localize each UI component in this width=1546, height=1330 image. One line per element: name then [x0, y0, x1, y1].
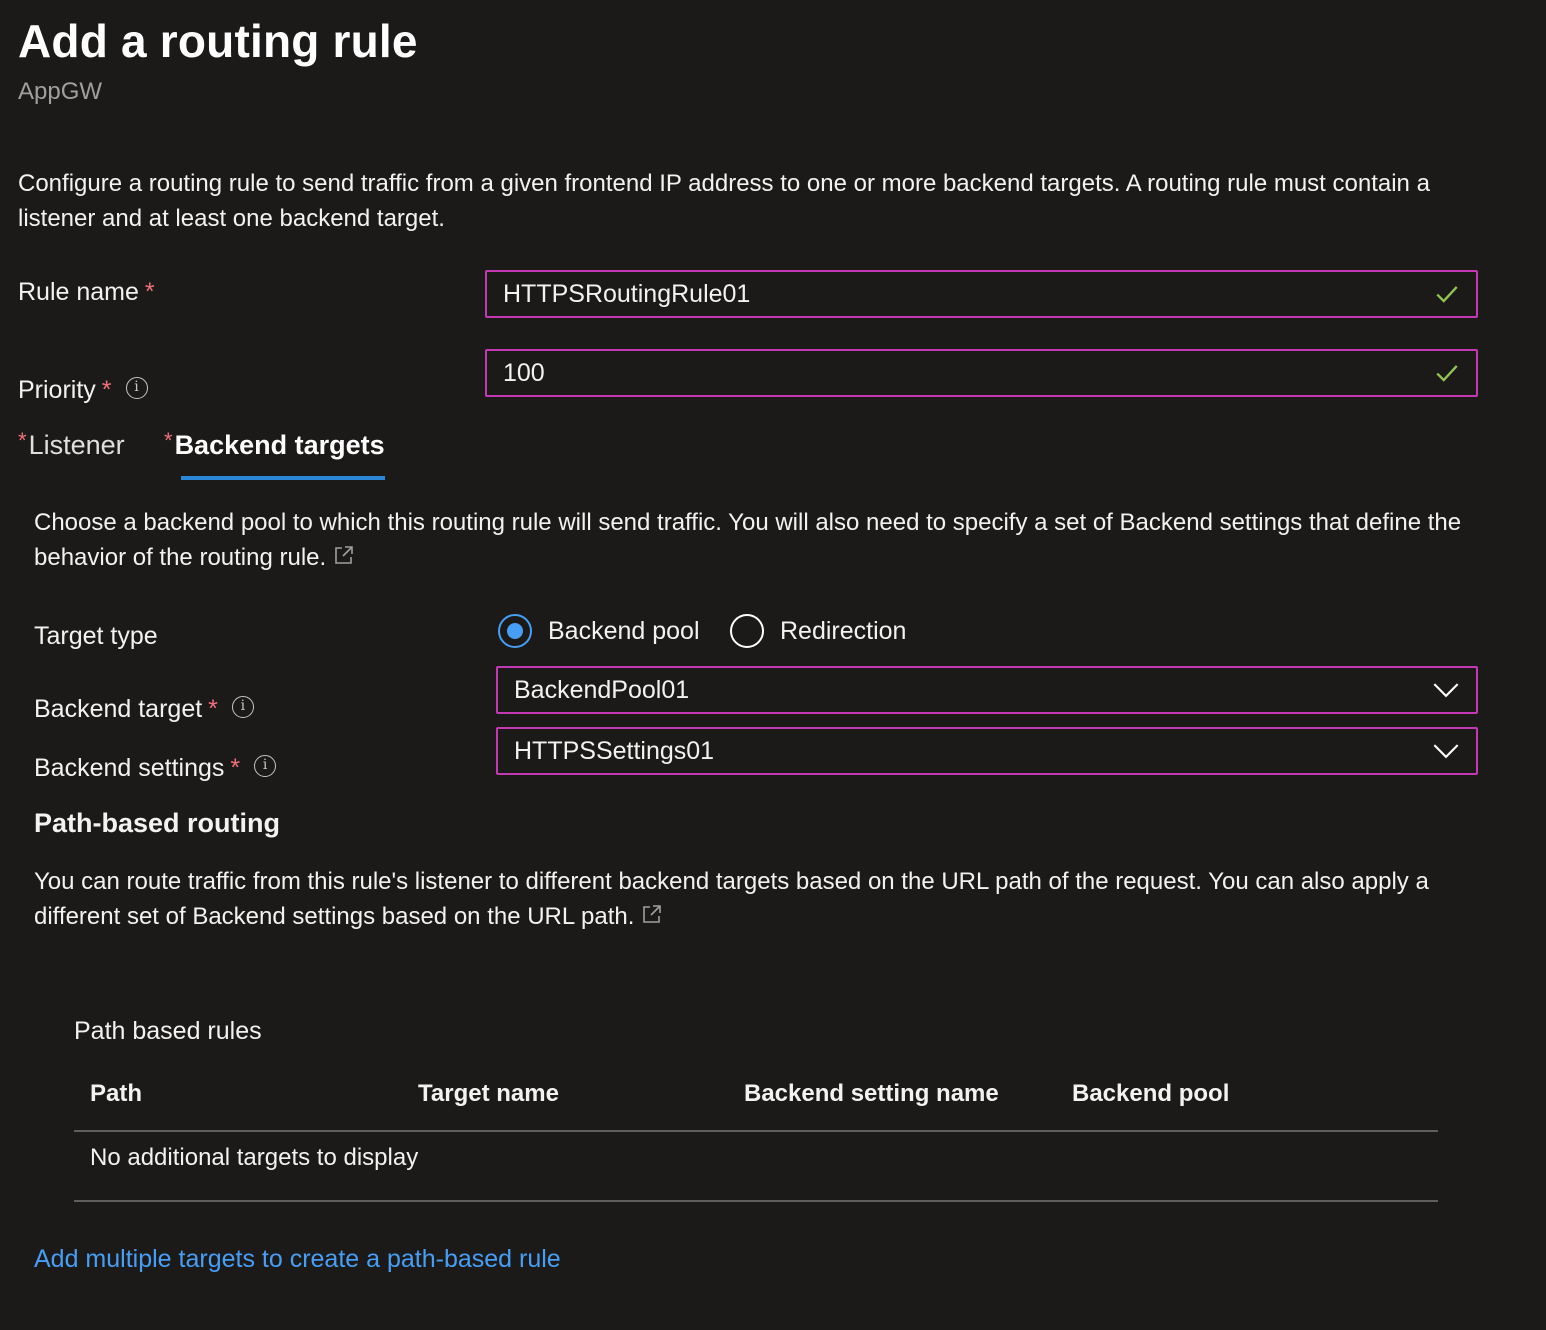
column-header-path: Path [90, 1080, 143, 1107]
external-link-icon[interactable] [332, 543, 356, 567]
info-icon[interactable]: i [125, 377, 148, 400]
page-subtitle: AppGW [18, 78, 103, 105]
info-icon[interactable]: i [254, 755, 277, 778]
column-header-target-name: Target name [418, 1080, 559, 1107]
radio-unselected-icon[interactable] [730, 614, 764, 648]
check-icon [1436, 365, 1458, 382]
path-routing-description: You can route traffic from this rule's l… [34, 868, 1429, 930]
tab-backend-targets[interactable]: *Backend targets [164, 428, 385, 461]
priority-label: Priority * i [18, 376, 148, 405]
chevron-down-icon [1433, 683, 1459, 698]
backend-target-label: Backend target * i [34, 695, 254, 724]
table-divider [74, 1130, 1438, 1132]
path-routing-heading: Path-based routing [34, 808, 281, 838]
required-asterisk: * [164, 428, 173, 453]
radio-redirection[interactable]: Redirection [730, 614, 906, 648]
priority-input[interactable]: 100 [485, 349, 1478, 397]
table-empty-message: No additional targets to display [90, 1144, 419, 1171]
info-icon[interactable]: i [231, 696, 254, 719]
add-multiple-targets-link[interactable]: Add multiple targets to create a path-ba… [34, 1245, 561, 1274]
required-asterisk: * [144, 278, 155, 306]
rule-name-label: Rule name * [18, 278, 155, 306]
check-icon [1436, 286, 1458, 303]
column-header-backend-pool: Backend pool [1072, 1080, 1230, 1107]
column-header-backend-setting-name: Backend setting name [744, 1080, 999, 1107]
backend-settings-label: Backend settings * i [34, 754, 277, 783]
external-link-icon[interactable] [640, 902, 664, 926]
active-tab-indicator [181, 476, 385, 480]
radio-selected-icon[interactable] [498, 614, 532, 648]
backend-settings-dropdown[interactable]: HTTPSSettings01 [496, 727, 1478, 775]
required-asterisk: * [208, 695, 218, 723]
chevron-down-icon [1433, 744, 1459, 759]
tab-listener[interactable]: *Listener [18, 428, 125, 461]
required-asterisk: * [18, 428, 27, 453]
path-rules-title: Path based rules [74, 1017, 262, 1045]
backend-description: Choose a backend pool to which this rout… [34, 509, 1462, 571]
required-asterisk: * [230, 754, 241, 782]
radio-backend-pool[interactable]: Backend pool [498, 614, 700, 648]
rule-name-input[interactable]: HTTPSRoutingRule01 [485, 270, 1478, 318]
page-title: Add a routing rule [18, 15, 418, 67]
table-divider [74, 1200, 1438, 1202]
intro-description: Configure a routing rule to send traffic… [18, 170, 1430, 232]
backend-target-dropdown[interactable]: BackendPool01 [496, 666, 1478, 714]
target-type-label: Target type [34, 622, 158, 650]
required-asterisk: * [101, 376, 112, 404]
